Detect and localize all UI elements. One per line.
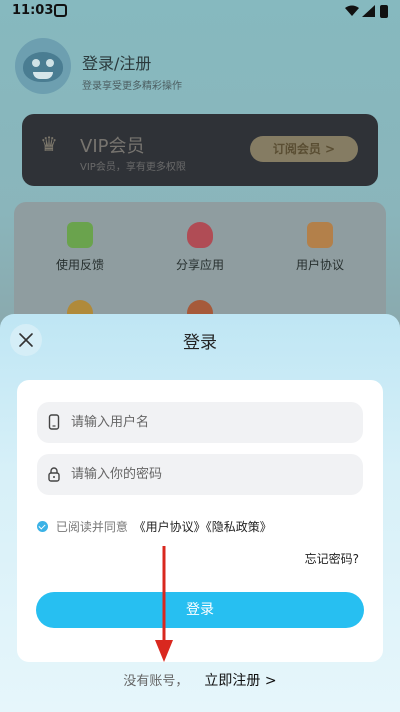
vip-subtitle: VIP会员，享有更多权限: [80, 162, 186, 173]
agreement-icon: [307, 222, 333, 248]
heart-icon: [187, 222, 213, 248]
vip-title: VIP会员: [80, 136, 145, 157]
status-time: 11:03: [12, 3, 54, 18]
privacy-link[interactable]: 《隐私政策》: [206, 520, 272, 534]
wifi-icon: [345, 5, 359, 16]
username-input[interactable]: [71, 402, 351, 443]
annotation-arrow: [155, 546, 173, 662]
feature-label: 用户协议: [295, 258, 344, 272]
username-field[interactable]: [37, 402, 363, 443]
password-field[interactable]: [37, 454, 363, 495]
avatar-eye-right: [46, 59, 54, 67]
crown-icon: ♛: [40, 132, 58, 156]
avatar-eye-left: [32, 59, 40, 67]
feature-label: 使用反馈: [55, 258, 104, 272]
agree-prefix: 已阅读并同意: [55, 520, 128, 534]
no-account-text: 没有账号，: [123, 674, 189, 689]
feature-feedback[interactable]: 使用反馈: [30, 222, 130, 273]
feedback-icon: [67, 222, 93, 248]
vip-card[interactable]: ♛ VIP会员 VIP会员，享有更多权限 订阅会员 >: [22, 114, 378, 186]
login-button[interactable]: 登录: [36, 592, 364, 628]
agree-checkbox[interactable]: [37, 521, 48, 532]
avatar[interactable]: [15, 38, 71, 94]
login-form-card: 已阅读并同意 《用户协议》《隐私政策》 忘记密码? 登录: [17, 380, 383, 662]
signal-icon: [362, 5, 375, 17]
battery-icon: [380, 5, 388, 18]
feature-label: 分享应用: [175, 258, 224, 272]
profile-subtitle: 登录享受更多精彩操作: [82, 81, 182, 92]
register-row: 没有账号， 立即注册 >: [0, 670, 400, 690]
agreement-row: 已阅读并同意 《用户协议》《隐私政策》: [37, 518, 272, 534]
lock-icon: [48, 467, 60, 482]
feature-share-app[interactable]: 分享应用: [150, 222, 250, 273]
subscribe-vip-button[interactable]: 订阅会员 >: [250, 136, 358, 162]
dialog-title: 登录: [183, 333, 217, 353]
status-bar: 11:03: [0, 0, 400, 24]
forgot-password-link[interactable]: 忘记密码?: [305, 550, 359, 567]
password-input[interactable]: [71, 454, 351, 495]
terms-link[interactable]: 《用户协议》: [134, 520, 206, 534]
register-link[interactable]: 立即注册 >: [204, 673, 276, 689]
login-dialog: 登录 已阅读并同意 《用户协议》《隐私政策》 忘记密码? 登录 没有账号，立: [0, 314, 400, 712]
feature-user-agreement[interactable]: 用户协议: [270, 222, 370, 273]
phone-icon: [48, 414, 60, 430]
notification-app-icon: [54, 4, 67, 17]
profile-login-register-title[interactable]: 登录/注册: [82, 50, 151, 74]
